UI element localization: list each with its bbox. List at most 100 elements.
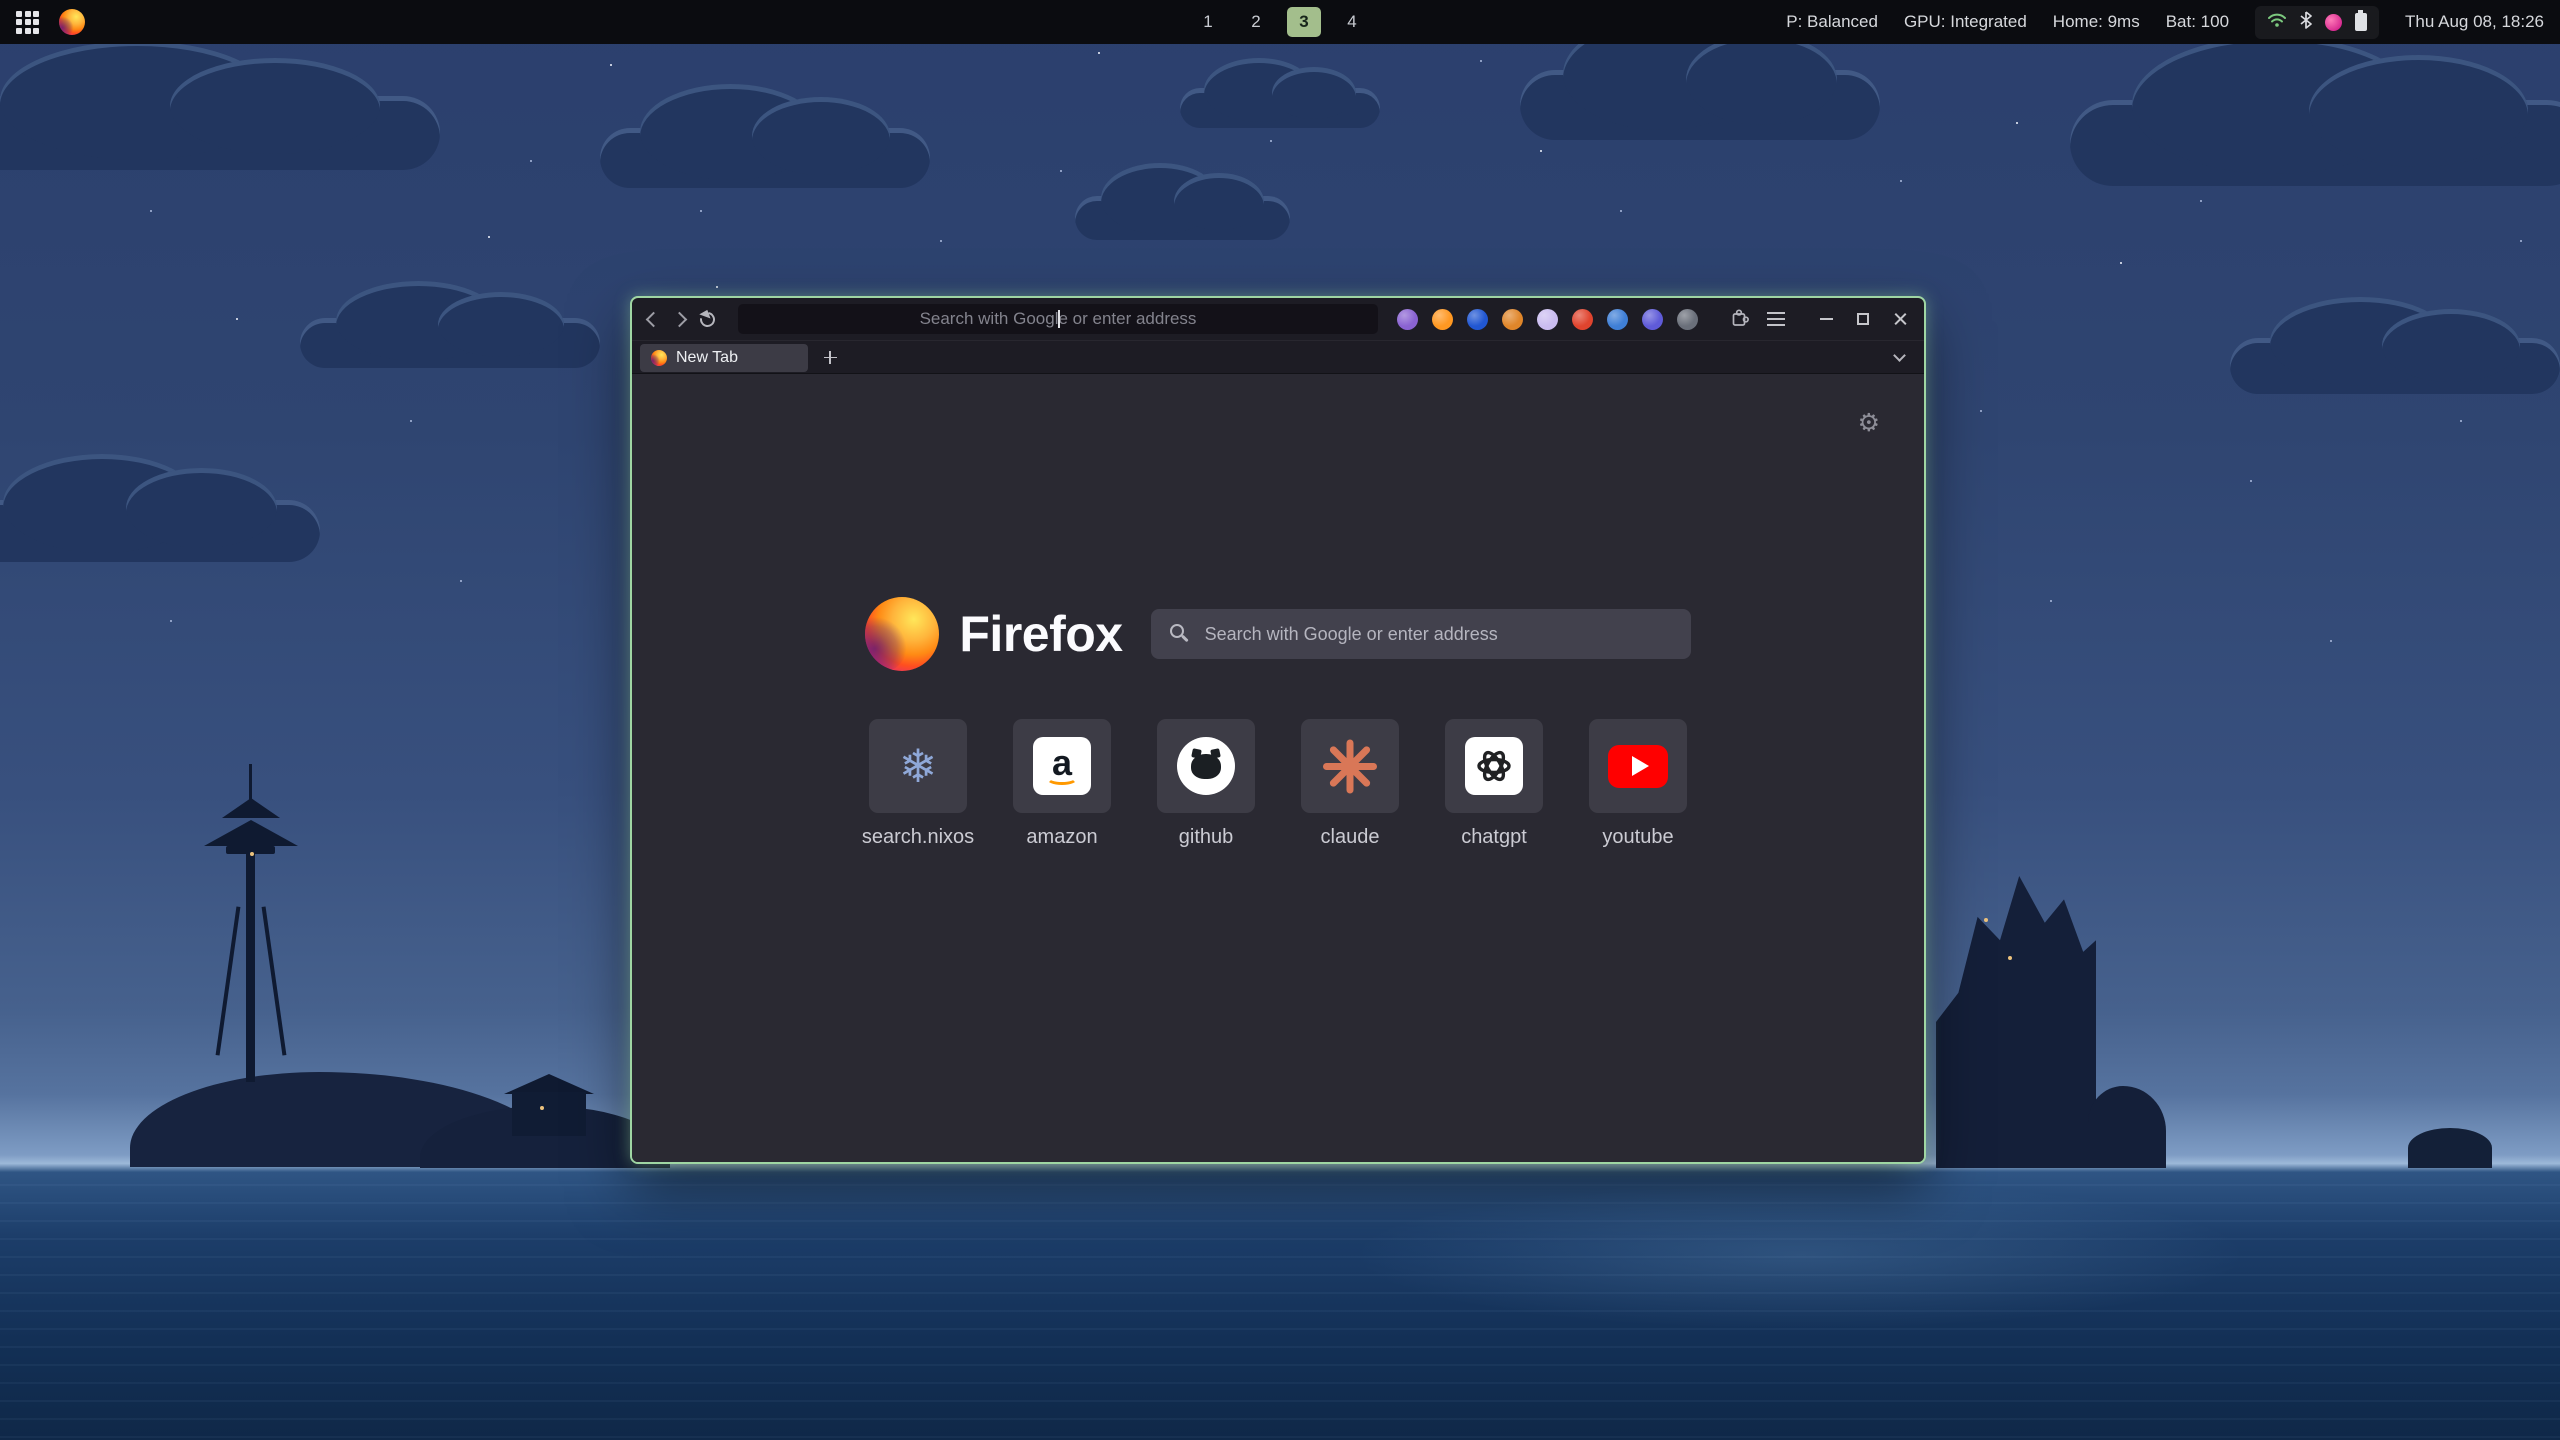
watchtower-spire xyxy=(249,764,252,800)
cliff-light xyxy=(1984,918,1988,922)
network-latency-status: Home: 9ms xyxy=(2053,12,2140,32)
forward-button[interactable] xyxy=(672,311,688,327)
cloud xyxy=(0,96,440,170)
cloud xyxy=(2230,338,2560,394)
cliff-light xyxy=(2008,956,2012,960)
cloud xyxy=(1520,70,1880,140)
island-light xyxy=(540,1106,544,1110)
url-bar[interactable] xyxy=(738,304,1378,334)
battery-icon[interactable] xyxy=(2355,13,2367,31)
shortcut-label: search.nixos xyxy=(862,826,974,849)
cloud xyxy=(1180,88,1380,128)
github-octocat-icon xyxy=(1177,737,1235,795)
list-all-tabs-button[interactable] xyxy=(1895,355,1904,360)
media-indicator-icon[interactable] xyxy=(2325,14,2342,31)
close-button[interactable] xyxy=(1893,312,1908,327)
newtab-search-input[interactable] xyxy=(1151,623,1691,646)
nixos-snowflake-icon: ❄ xyxy=(899,743,938,789)
youtube-play-icon xyxy=(1608,745,1668,788)
power-profile-status: P: Balanced xyxy=(1786,12,1878,32)
shortcut-card xyxy=(1301,719,1399,813)
new-tab-button[interactable] xyxy=(816,344,844,372)
shortcut-youtube[interactable]: youtube xyxy=(1589,719,1687,849)
app-launcher-icon[interactable] xyxy=(16,11,39,34)
clock[interactable]: Thu Aug 08, 18:26 xyxy=(2405,12,2544,32)
chevron-down-icon xyxy=(1893,349,1906,362)
extension-icon-3[interactable] xyxy=(1467,309,1488,330)
cloud xyxy=(1075,196,1290,240)
firefox-wordmark: Firefox xyxy=(959,605,1122,663)
newtab-hero: Firefox xyxy=(632,596,1924,672)
shortcut-search-nixos[interactable]: ❄ search.nixos xyxy=(869,719,967,849)
menu-hamburger-icon[interactable] xyxy=(1767,318,1785,320)
shortcut-amazon[interactable]: a amazon xyxy=(1013,719,1111,849)
amazon-logo-icon: a xyxy=(1033,737,1091,795)
gpu-status: GPU: Integrated xyxy=(1904,12,2027,32)
watchtower-roof xyxy=(204,820,298,846)
extension-icon-7[interactable] xyxy=(1607,309,1628,330)
cloud xyxy=(600,128,930,188)
navigation-toolbar xyxy=(632,298,1924,340)
firefox-logo xyxy=(865,597,939,671)
tower-light xyxy=(250,852,254,856)
extension-buttons xyxy=(1397,309,1698,330)
shortcut-card xyxy=(1157,719,1255,813)
maximize-button[interactable] xyxy=(1857,313,1869,325)
cliff-right xyxy=(1936,876,2096,1168)
shortcut-card: ❄ xyxy=(869,719,967,813)
extension-icon-4[interactable] xyxy=(1502,309,1523,330)
shortcut-label: youtube xyxy=(1602,826,1673,849)
shortcut-chatgpt[interactable]: chatgpt xyxy=(1445,719,1543,849)
extension-icon-2[interactable] xyxy=(1432,309,1453,330)
search-icon xyxy=(1170,624,1184,638)
cloud xyxy=(2070,100,2560,186)
claude-starburst-icon xyxy=(1323,739,1377,793)
island-hut-roof xyxy=(504,1074,594,1094)
chatgpt-logo-icon xyxy=(1465,737,1523,795)
island-hut xyxy=(512,1092,586,1136)
watchtower-pole xyxy=(246,842,255,1082)
extension-icon-9[interactable] xyxy=(1677,309,1698,330)
shortcut-label: amazon xyxy=(1026,826,1097,849)
watchtower-leg xyxy=(216,906,241,1055)
shortcut-label: github xyxy=(1179,826,1234,849)
cloud xyxy=(0,500,320,562)
workspace-1[interactable]: 1 xyxy=(1191,7,1225,37)
extension-icon-8[interactable] xyxy=(1642,309,1663,330)
extension-icon-5[interactable] xyxy=(1537,309,1558,330)
rock-far-right xyxy=(2408,1128,2492,1168)
workspace-2[interactable]: 2 xyxy=(1239,7,1273,37)
back-button[interactable] xyxy=(646,311,662,327)
wifi-icon[interactable] xyxy=(2267,12,2287,33)
workspace-4[interactable]: 4 xyxy=(1335,7,1369,37)
firefox-window: New Tab ⚙ Firefox ❄ search.nixos xyxy=(630,296,1926,1164)
newtab-search-box[interactable] xyxy=(1151,609,1691,659)
firefox-launcher-icon[interactable] xyxy=(59,9,85,35)
extension-icon-1[interactable] xyxy=(1397,309,1418,330)
ocean-waves xyxy=(0,1168,2560,1440)
personalize-gear-icon[interactable]: ⚙ xyxy=(1858,410,1880,435)
tab-title: New Tab xyxy=(676,349,738,367)
extensions-puzzle-icon[interactable] xyxy=(1730,307,1750,332)
shortcut-label: chatgpt xyxy=(1461,826,1527,849)
battery-status: Bat: 100 xyxy=(2166,12,2229,32)
shortcut-claude[interactable]: claude xyxy=(1301,719,1399,849)
cliff-rock xyxy=(2088,1086,2166,1168)
tab-new-tab[interactable]: New Tab xyxy=(640,344,808,372)
watchtower-roof-upper xyxy=(222,798,280,818)
new-tab-page: ⚙ Firefox ❄ search.nixos a xyxy=(632,374,1924,1162)
shortcut-github[interactable]: github xyxy=(1157,719,1255,849)
extension-icon-6[interactable] xyxy=(1572,309,1593,330)
minimize-button[interactable] xyxy=(1820,318,1833,320)
reload-button[interactable] xyxy=(697,309,718,330)
bluetooth-icon[interactable] xyxy=(2300,11,2312,34)
shortcut-card: a xyxy=(1013,719,1111,813)
window-controls xyxy=(1820,312,1908,327)
shortcut-card xyxy=(1589,719,1687,813)
tab-bar: New Tab xyxy=(632,340,1924,374)
workspace-switcher: 1 2 3 4 xyxy=(1191,7,1369,37)
watchtower-leg xyxy=(262,906,287,1055)
status-bar: 1 2 3 4 P: Balanced GPU: Integrated Home… xyxy=(0,0,2560,44)
cloud xyxy=(300,318,600,368)
workspace-3-active[interactable]: 3 xyxy=(1287,7,1321,37)
